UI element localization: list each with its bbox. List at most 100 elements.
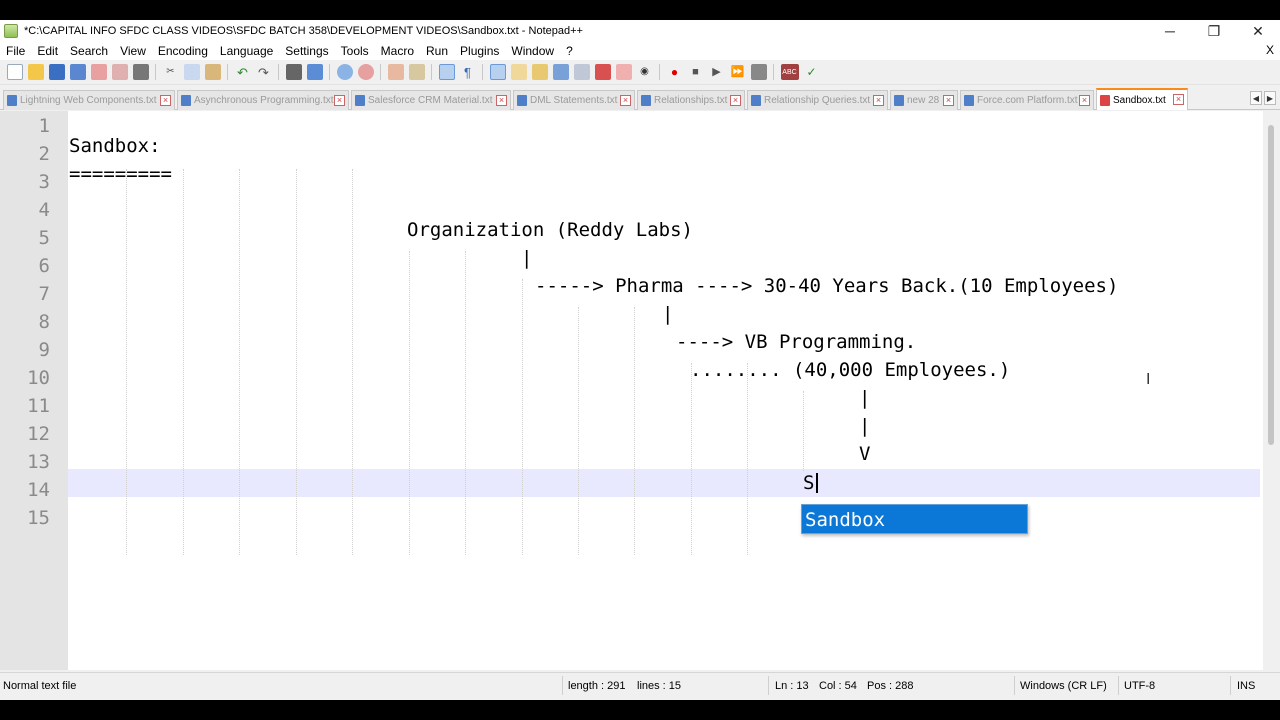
- toolbar-separator: [155, 64, 156, 80]
- zoom-in-icon[interactable]: [336, 64, 353, 80]
- tab-scroll-right-icon[interactable]: ▶: [1264, 91, 1276, 105]
- close-button[interactable]: ✕: [1236, 20, 1280, 42]
- tab-relationship-queries[interactable]: Relationship Queries.txt ×: [747, 90, 888, 110]
- print-icon[interactable]: [132, 64, 149, 80]
- menu-file[interactable]: File: [0, 44, 31, 58]
- tab-close-icon[interactable]: ×: [1079, 95, 1090, 106]
- tab-close-icon[interactable]: ×: [620, 95, 631, 106]
- redo-icon[interactable]: ↷: [256, 64, 272, 80]
- menu-run[interactable]: Run: [420, 44, 454, 58]
- folder-as-workspace-icon[interactable]: [594, 64, 611, 80]
- paste-icon[interactable]: [204, 64, 221, 80]
- tab-relationships[interactable]: Relationships.txt ×: [637, 90, 745, 110]
- tab-dml-statements[interactable]: DML Statements.txt ×: [513, 90, 635, 110]
- lines-status: lines : 15: [637, 680, 682, 692]
- spell-check-auto-icon[interactable]: ✓: [804, 64, 820, 80]
- save-icon[interactable]: [48, 64, 65, 80]
- replace-icon[interactable]: [306, 64, 323, 80]
- doc-map-icon[interactable]: [531, 64, 548, 80]
- tab-close-icon[interactable]: ×: [730, 95, 741, 106]
- tab-close-icon[interactable]: ×: [160, 95, 171, 106]
- close-file-icon[interactable]: [90, 64, 107, 80]
- menu-view[interactable]: View: [114, 44, 152, 58]
- find-icon[interactable]: [285, 64, 302, 80]
- indent-guide: [634, 307, 635, 555]
- menu-plugins[interactable]: Plugins: [454, 44, 505, 58]
- indent-guide-icon[interactable]: [489, 64, 506, 80]
- tab-close-icon[interactable]: ×: [1173, 94, 1184, 105]
- tab-asynchronous-programming[interactable]: Asynchronous Programming.txt ×: [177, 90, 349, 110]
- indent-guide: [803, 391, 804, 471]
- cut-icon[interactable]: ✂: [163, 64, 179, 80]
- menu-macro[interactable]: Macro: [375, 44, 420, 58]
- menu-bar: File Edit Search View Encoding Language …: [0, 42, 1280, 60]
- text-file-icon: [751, 95, 761, 106]
- monitoring-eye-icon[interactable]: ◉: [637, 64, 653, 80]
- language-icon[interactable]: [510, 64, 527, 80]
- encoding-status[interactable]: UTF-8: [1124, 680, 1155, 692]
- tab-lightning-web-components[interactable]: Lightning Web Components.txt ×: [3, 90, 175, 110]
- run-macro-multiple-icon[interactable]: ⏩: [730, 64, 746, 80]
- doc-list-icon[interactable]: [552, 64, 569, 80]
- column-position-status: Col : 54: [819, 680, 857, 692]
- tab-force-com-platform[interactable]: Force.com Platform.txt ×: [960, 90, 1094, 110]
- sync-horizontal-icon[interactable]: [408, 64, 425, 80]
- notepad-app-icon: [4, 24, 18, 38]
- status-bar: Normal text file length : 291 lines : 15…: [0, 672, 1280, 698]
- indent-guide: [239, 169, 240, 555]
- undo-icon[interactable]: ↶: [235, 64, 251, 80]
- tab-scroll-left-icon[interactable]: ◀: [1250, 91, 1262, 105]
- line-number: 3: [38, 171, 50, 193]
- function-list-icon[interactable]: [573, 64, 590, 80]
- sync-vertical-icon[interactable]: [387, 64, 404, 80]
- toolbar-separator: [227, 64, 228, 80]
- tab-close-icon[interactable]: ×: [496, 95, 507, 106]
- menu-search[interactable]: Search: [64, 44, 114, 58]
- scrollbar-thumb[interactable]: [1268, 125, 1274, 445]
- code-line: |: [521, 247, 533, 269]
- modified-file-icon: [1100, 94, 1110, 106]
- show-all-characters-icon[interactable]: ¶: [460, 64, 476, 80]
- menu-help[interactable]: ?: [560, 44, 579, 58]
- tab-label: DML Statements.txt: [530, 95, 618, 106]
- line-number: 5: [38, 227, 50, 249]
- text-file-icon: [641, 95, 651, 106]
- menu-encoding[interactable]: Encoding: [152, 44, 214, 58]
- vertical-scrollbar[interactable]: [1263, 111, 1280, 670]
- tab-close-icon[interactable]: ×: [334, 95, 345, 106]
- stop-recording-icon[interactable]: ■: [688, 64, 704, 80]
- tab-close-icon[interactable]: ×: [873, 95, 884, 106]
- line-number: 14: [27, 479, 50, 501]
- menu-language[interactable]: Language: [214, 44, 279, 58]
- save-all-icon[interactable]: [69, 64, 86, 80]
- indent-guide: [183, 169, 184, 555]
- tab-close-icon[interactable]: ×: [943, 95, 954, 106]
- copy-icon[interactable]: [183, 64, 200, 80]
- play-macro-icon[interactable]: ▶: [709, 64, 725, 80]
- autocomplete-item[interactable]: Sandbox: [805, 505, 885, 535]
- indent-guide: [352, 169, 353, 555]
- menu-settings[interactable]: Settings: [279, 44, 334, 58]
- menu-tools[interactable]: Tools: [335, 44, 375, 58]
- open-file-icon[interactable]: [27, 64, 44, 80]
- toolbar-separator: [329, 64, 330, 80]
- zoom-out-icon[interactable]: [357, 64, 374, 80]
- tab-new-28[interactable]: new 28 ×: [890, 90, 958, 110]
- autocomplete-popup[interactable]: Sandbox: [801, 504, 1028, 534]
- clipboard-history-icon[interactable]: [615, 64, 632, 80]
- close-document-button[interactable]: X: [1266, 43, 1274, 57]
- restore-button[interactable]: ❐: [1192, 20, 1236, 42]
- tab-salesforce-crm-material[interactable]: Salesforce CRM Material.txt ×: [351, 90, 511, 110]
- record-macro-icon[interactable]: ●: [667, 64, 683, 80]
- new-file-icon[interactable]: [6, 64, 23, 80]
- menu-window[interactable]: Window: [505, 44, 560, 58]
- text-editor[interactable]: 1 2 3 4 5 6 7 8 9 10 11 12 13 14 15 Sand…: [0, 111, 1280, 670]
- spell-check-icon[interactable]: ABC: [780, 64, 799, 80]
- menu-edit[interactable]: Edit: [31, 44, 64, 58]
- word-wrap-icon[interactable]: [438, 64, 455, 80]
- close-all-icon[interactable]: [111, 64, 128, 80]
- minimize-button[interactable]: ─: [1148, 20, 1192, 42]
- eol-format-status[interactable]: Windows (CR LF): [1020, 680, 1107, 692]
- tab-sandbox[interactable]: Sandbox.txt ×: [1096, 88, 1188, 110]
- save-macro-icon[interactable]: [750, 64, 767, 80]
